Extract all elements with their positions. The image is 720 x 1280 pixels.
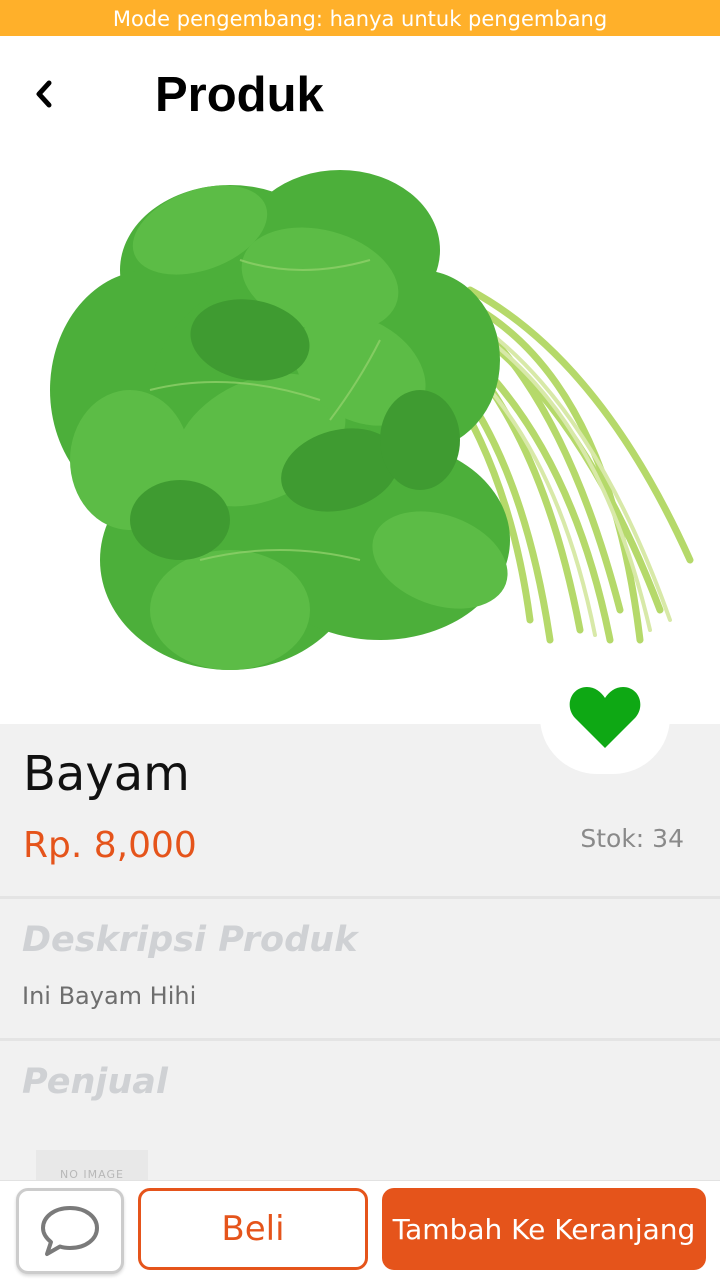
favorite-button[interactable] bbox=[540, 660, 670, 774]
heart-icon bbox=[569, 687, 641, 748]
divider bbox=[0, 896, 720, 899]
buy-button[interactable]: Beli bbox=[138, 1188, 368, 1270]
divider bbox=[0, 1038, 720, 1041]
seller-title: Penjual bbox=[22, 1062, 168, 1102]
product-name: Bayam bbox=[23, 746, 190, 802]
product-price: Rp. 8,000 bbox=[23, 825, 197, 866]
chat-button[interactable] bbox=[16, 1188, 124, 1274]
back-button[interactable] bbox=[20, 68, 68, 120]
chevron-left-icon bbox=[36, 80, 52, 108]
add-to-cart-button[interactable]: Tambah Ke Keranjang bbox=[382, 1188, 706, 1270]
header: Produk bbox=[0, 36, 720, 156]
seller-avatar[interactable]: NO IMAGE AVAILABLE bbox=[36, 1150, 148, 1180]
product-stock: Stok: 34 bbox=[580, 824, 684, 853]
description-title: Deskripsi Produk bbox=[22, 920, 358, 960]
seller-avatar-text: NO IMAGE AVAILABLE bbox=[60, 1168, 124, 1180]
chat-bubble-icon bbox=[41, 1206, 99, 1256]
product-image bbox=[0, 140, 720, 724]
developer-mode-banner: Mode pengembang: hanya untuk pengembang bbox=[0, 0, 720, 36]
description-text: Ini Bayam Hihi bbox=[22, 982, 197, 1010]
page-title: Produk bbox=[155, 68, 324, 122]
spinach-image bbox=[50, 170, 694, 670]
